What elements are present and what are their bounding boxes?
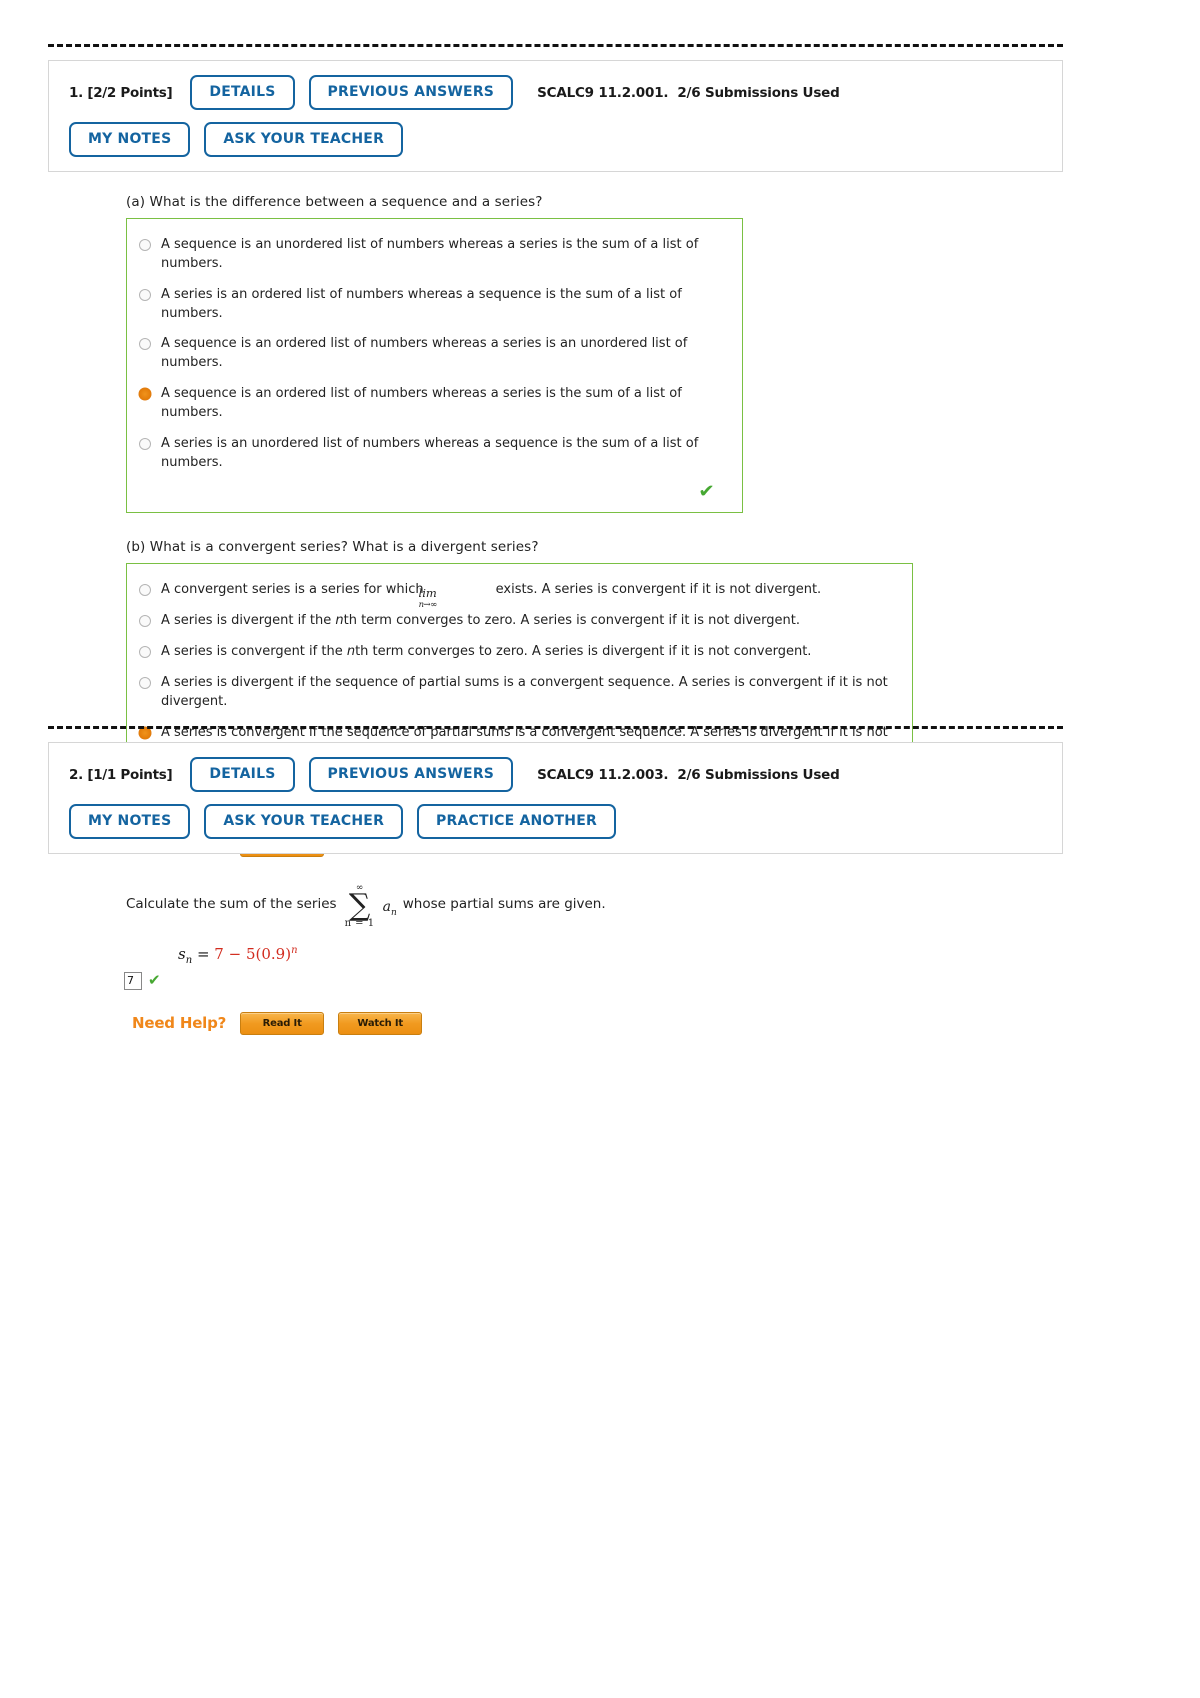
ask-your-teacher-button-1[interactable]: ASK YOUR TEACHER bbox=[204, 122, 404, 157]
radio-icon[interactable] bbox=[139, 615, 151, 628]
problem-2-number-points: 2. [1/1 Points] bbox=[69, 766, 173, 783]
part-b-prompt: (b) What is a convergent series? What is… bbox=[126, 539, 539, 556]
part-b-option-4[interactable]: A series is divergent if the sequence of… bbox=[139, 668, 898, 718]
radio-icon[interactable] bbox=[139, 288, 151, 301]
radio-icon[interactable] bbox=[139, 646, 151, 659]
read-it-button-2[interactable]: Read It bbox=[240, 1011, 325, 1035]
ask-your-teacher-button-2[interactable]: ASK YOUR TEACHER bbox=[204, 804, 404, 839]
radio-icon-selected[interactable] bbox=[139, 388, 151, 401]
part-a-option-5[interactable]: A series is an unordered list of numbers… bbox=[139, 429, 728, 479]
problem-1-number-points: 1. [2/2 Points] bbox=[69, 84, 173, 101]
details-button-1[interactable]: DETAILS bbox=[190, 75, 295, 110]
my-notes-button-2[interactable]: MY NOTES bbox=[69, 804, 191, 839]
radio-icon[interactable] bbox=[139, 676, 151, 689]
part-a-option-4[interactable]: A sequence is an ordered list of numbers… bbox=[139, 379, 728, 429]
part-a-option-1[interactable]: A sequence is an unordered list of numbe… bbox=[139, 230, 728, 280]
need-help-label: Need Help? bbox=[132, 1014, 227, 1032]
partial-sum-formula: sn = 7 − 5(0.9)n bbox=[178, 944, 298, 966]
practice-another-button[interactable]: PRACTICE ANOTHER bbox=[417, 804, 616, 839]
watch-it-button[interactable]: Watch It bbox=[338, 1011, 423, 1035]
problem-2-need-help: Need Help? Read It Watch It bbox=[132, 1011, 1063, 1035]
section-divider-middle bbox=[48, 726, 1063, 729]
problem-1-meta: SCALC9 11.2.001. 2/6 Submissions Used bbox=[537, 84, 840, 101]
assignment-page: 1. [2/2 Points] DETAILS PREVIOUS ANSWERS… bbox=[0, 0, 1200, 1698]
problem-2-header: 2. [1/1 Points] DETAILS PREVIOUS ANSWERS… bbox=[48, 742, 1063, 854]
previous-answers-button-1[interactable]: PREVIOUS ANSWERS bbox=[308, 75, 514, 110]
series-term: an bbox=[382, 898, 397, 918]
answer-row: ✔ bbox=[124, 971, 1063, 990]
part-a-option-2[interactable]: A series is an ordered list of numbers w… bbox=[139, 280, 728, 330]
section-divider-top bbox=[48, 44, 1063, 47]
radio-icon[interactable] bbox=[139, 584, 151, 597]
radio-icon[interactable] bbox=[139, 338, 151, 351]
answer-input[interactable] bbox=[124, 971, 142, 990]
part-a-answer-box: A sequence is an unordered list of numbe… bbox=[126, 218, 743, 514]
part-b-option-2[interactable]: A series is divergent if the nth term co… bbox=[139, 606, 898, 637]
details-button-2[interactable]: DETAILS bbox=[190, 757, 295, 792]
previous-answers-button-2[interactable]: PREVIOUS ANSWERS bbox=[308, 757, 514, 792]
checkmark-icon: ✔ bbox=[698, 481, 715, 503]
part-b-option-3[interactable]: A series is convergent if the nth term c… bbox=[139, 637, 898, 668]
summation-symbol: ∞ ∑ n = 1 bbox=[344, 883, 375, 929]
part-a-correct-row: ✔ bbox=[139, 478, 728, 503]
question-prefix: Calculate the sum of the series bbox=[126, 896, 337, 913]
my-notes-button-1[interactable]: MY NOTES bbox=[69, 122, 191, 157]
problem-2-question: Calculate the sum of the series ∞ ∑ n = … bbox=[126, 882, 1063, 929]
part-a-prompt: (a) What is the difference between a seq… bbox=[126, 194, 543, 210]
checkmark-icon: ✔ bbox=[148, 971, 161, 989]
radio-icon[interactable] bbox=[139, 239, 151, 251]
part-a-option-3[interactable]: A sequence is an ordered list of numbers… bbox=[139, 329, 728, 379]
problem-2-body: Calculate the sum of the series ∞ ∑ n = … bbox=[48, 882, 1063, 1035]
radio-icon[interactable] bbox=[139, 437, 151, 450]
question-suffix: whose partial sums are given. bbox=[402, 896, 606, 913]
problem-1-header: 1. [2/2 Points] DETAILS PREVIOUS ANSWERS… bbox=[48, 60, 1063, 172]
problem-2-meta: SCALC9 11.2.003. 2/6 Submissions Used bbox=[537, 766, 840, 783]
part-b-option-1[interactable]: A convergent series is a series for whic… bbox=[139, 575, 898, 609]
